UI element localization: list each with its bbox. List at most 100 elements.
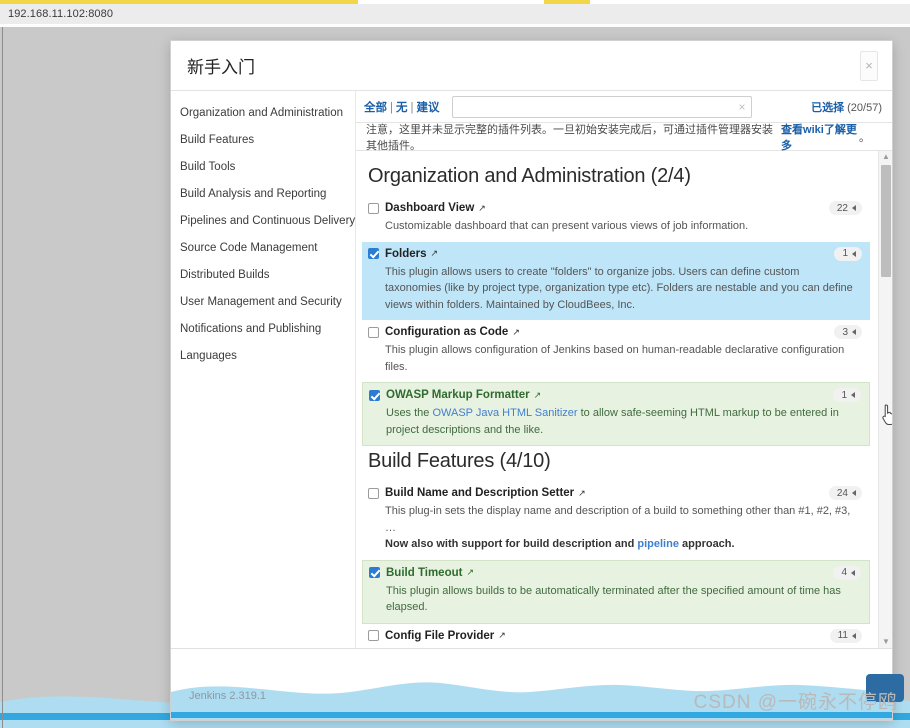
plugin-name-label[interactable]: Config File Provider	[385, 630, 494, 642]
plugin-description: This plug-in sets the display name and d…	[385, 505, 851, 550]
modal-title: 新手入门	[187, 58, 255, 77]
plugin-row-header: Build Timeout ↗ 4	[369, 565, 861, 580]
plugin-name-label[interactable]: Build Name and Description Setter	[385, 487, 574, 499]
external-link-icon[interactable]: ↗	[534, 390, 542, 401]
sidebar-item-distributed-builds[interactable]: Distributed Builds	[171, 261, 355, 288]
sidebar-item-organization-and-administration[interactable]: Organization and Administration	[171, 99, 355, 126]
setup-wizard-modal: 新手入门 × Organization and Administration B…	[170, 40, 893, 721]
plugin-description: This plugin allows builds to be automati…	[386, 584, 841, 614]
close-icon[interactable]: ×	[860, 50, 878, 81]
plugin-row-header: Folders ↗ 1	[368, 246, 862, 261]
plugin-row-config-file-provider[interactable]: Config File Provider↗11Ability to provid…	[362, 624, 870, 648]
plugin-scroll-region: Organization and Administration (2/4) Das…	[356, 151, 892, 648]
clear-search-icon[interactable]: ×	[738, 101, 745, 113]
plugin-list: Organization and Administration (2/4) Das…	[356, 151, 892, 648]
expand-triangle-icon	[852, 205, 856, 211]
expand-triangle-icon	[851, 569, 855, 576]
external-link-icon[interactable]: ↗	[466, 567, 474, 578]
filter-separator-2: |	[410, 101, 414, 114]
browser-url-bar[interactable]: 192.168.11.102:8080	[0, 4, 910, 24]
plugin-checkbox-configuration-as-code[interactable]	[368, 326, 379, 338]
plugin-row-dashboard-view[interactable]: Dashboard View ↗ 22 Customizable dashboard …	[362, 196, 870, 242]
sidebar-item-user-management-and-security[interactable]: User Management and Security	[171, 288, 355, 315]
plugin-name-label[interactable]: Dashboard View	[385, 202, 474, 214]
dependency-count-badge[interactable]: 3	[834, 325, 862, 339]
filter-toolbar: 全部 | 无 | 建议 × 已选择 (20/57)	[356, 91, 892, 123]
plugin-checkbox-config-file-provider[interactable]	[368, 630, 379, 641]
external-link-icon[interactable]: ↗	[578, 488, 586, 499]
dependency-count-badge[interactable]: 1	[834, 246, 862, 261]
filter-suggested-link[interactable]: 建议	[417, 102, 440, 114]
expand-triangle-icon	[851, 392, 855, 398]
dependency-count-badge[interactable]: 4	[833, 565, 861, 580]
section-title-organization-and-administration: Organization and Administration (2/4)	[368, 165, 691, 187]
dependency-count-badge[interactable]: 24	[828, 486, 862, 500]
selected-count-value: (20/57)	[847, 101, 882, 114]
plugin-row-header: Config File Provider ↗ 11	[368, 628, 862, 643]
dependency-count-badge[interactable]: 22	[828, 201, 862, 215]
plugin-row-build-name-and-description-setter[interactable]: Build Name and Description Setter ↗ 24 This…	[362, 481, 870, 560]
plugin-checkbox-build-name-and-description-setter[interactable]	[368, 487, 379, 499]
dependency-count-value: 11	[837, 630, 848, 641]
expand-triangle-icon	[852, 329, 856, 335]
plugin-description: Uses the OWASP Java HTML Sanitizer to al…	[386, 407, 839, 436]
notice-text-after: 。	[859, 131, 870, 144]
dependency-count-value: 3	[842, 326, 848, 338]
sidebar-item-build-features[interactable]: Build Features	[171, 126, 355, 153]
sidebar-item-notifications-and-publishing[interactable]: Notifications and Publishing	[171, 315, 355, 342]
csdn-watermark: CSDN @一碗永不停鸥	[693, 692, 898, 713]
plugin-panel: 全部 | 无 | 建议 × 已选择 (20/57) 注意，这里并未显示完整的插件列表。一…	[356, 91, 892, 648]
filter-links: 全部 | 无 | 建议	[364, 99, 440, 115]
plugin-description: This plugin allows configuration of Jenk…	[385, 344, 845, 373]
sidebar-item-build-analysis-and-reporting[interactable]: Build Analysis and Reporting	[171, 180, 355, 207]
notice-bar: 注意，这里并未显示完整的插件列表。一旦初始安装完成后，可通过插件管理器安装其他插…	[356, 121, 892, 153]
category-sidebar: Organization and Administration Build Fe…	[171, 91, 356, 648]
modal-header: 新手入门 ×	[171, 41, 892, 91]
sidebar-item-pipelines-and-continuous-delivery[interactable]: Pipelines and Continuous Delivery	[171, 207, 355, 234]
plugin-row-configuration-as-code[interactable]: Configuration as Code ↗ 3 This plugin allow…	[362, 320, 870, 382]
jenkins-version-label: Jenkins 2.319.1	[189, 690, 267, 702]
search-field-wrapper: ×	[451, 95, 752, 118]
dependency-count-value: 4	[841, 567, 847, 578]
plugin-name-label[interactable]: Folders	[385, 248, 427, 260]
plugin-checkbox-owasp-markup-formatter[interactable]	[369, 389, 380, 401]
selected-count-label[interactable]: 已选择	[811, 102, 844, 114]
plugin-row-folders[interactable]: Folders ↗ 1 This plugin allows users to cre…	[362, 241, 870, 320]
dependency-count-badge[interactable]: 11	[829, 628, 862, 643]
modal-body: Organization and Administration Build Fe…	[171, 91, 892, 648]
plugin-checkbox-build-timeout[interactable]	[369, 567, 380, 578]
sidebar-item-source-code-management[interactable]: Source Code Management	[171, 234, 355, 261]
scroll-up-arrow-icon[interactable]: ▲	[882, 153, 890, 161]
external-link-icon[interactable]: ↗	[498, 630, 506, 641]
sidebar-item-build-tools[interactable]: Build Tools	[171, 153, 355, 180]
plugin-checkbox-folders[interactable]	[368, 248, 379, 259]
browser-window-edge	[2, 27, 3, 728]
sidebar-item-languages[interactable]: Languages	[171, 342, 355, 369]
plugin-row-header: OWASP Markup Formatter ↗ 1	[369, 388, 861, 402]
vertical-scrollbar[interactable]: ▲ ▼	[878, 151, 892, 648]
search-input[interactable]	[451, 95, 752, 118]
external-link-icon[interactable]: ↗	[512, 327, 520, 338]
filter-none-link[interactable]: 无	[396, 102, 408, 114]
dependency-count-value: 1	[841, 389, 847, 401]
filter-separator-1: |	[390, 101, 393, 114]
scrollbar-thumb[interactable]	[881, 165, 891, 277]
dependency-count-badge[interactable]: 1	[833, 388, 861, 402]
scroll-down-arrow-icon[interactable]: ▼	[882, 638, 890, 646]
plugin-checkbox-dashboard-view[interactable]	[368, 202, 379, 214]
plugin-name-label[interactable]: OWASP Markup Formatter	[386, 389, 530, 401]
filter-all-link[interactable]: 全部	[364, 102, 387, 114]
plugin-name-label[interactable]: Build Timeout	[386, 567, 462, 579]
plugin-name-label[interactable]: Configuration as Code	[385, 326, 508, 338]
plugin-row-header: Build Name and Description Setter ↗ 24	[368, 486, 862, 500]
notice-wiki-link[interactable]: 查看wiki了解更多	[781, 121, 859, 153]
url-text: 192.168.11.102:8080	[8, 8, 114, 20]
dependency-count-value: 24	[836, 487, 848, 499]
external-link-icon[interactable]: ↗	[431, 248, 439, 259]
section-title-build-features: Build Features (4/10)	[368, 450, 551, 472]
selected-count: 已选择 (20/57)	[811, 99, 882, 115]
plugin-row-owasp-markup-formatter[interactable]: OWASP Markup Formatter ↗ 1 Uses the OWASP J…	[362, 382, 870, 446]
plugin-row-header: Dashboard View ↗ 22	[368, 201, 862, 215]
plugin-row-build-timeout[interactable]: Build Timeout ↗ 4 This plugin allows builds…	[362, 559, 870, 624]
external-link-icon[interactable]: ↗	[478, 203, 486, 214]
